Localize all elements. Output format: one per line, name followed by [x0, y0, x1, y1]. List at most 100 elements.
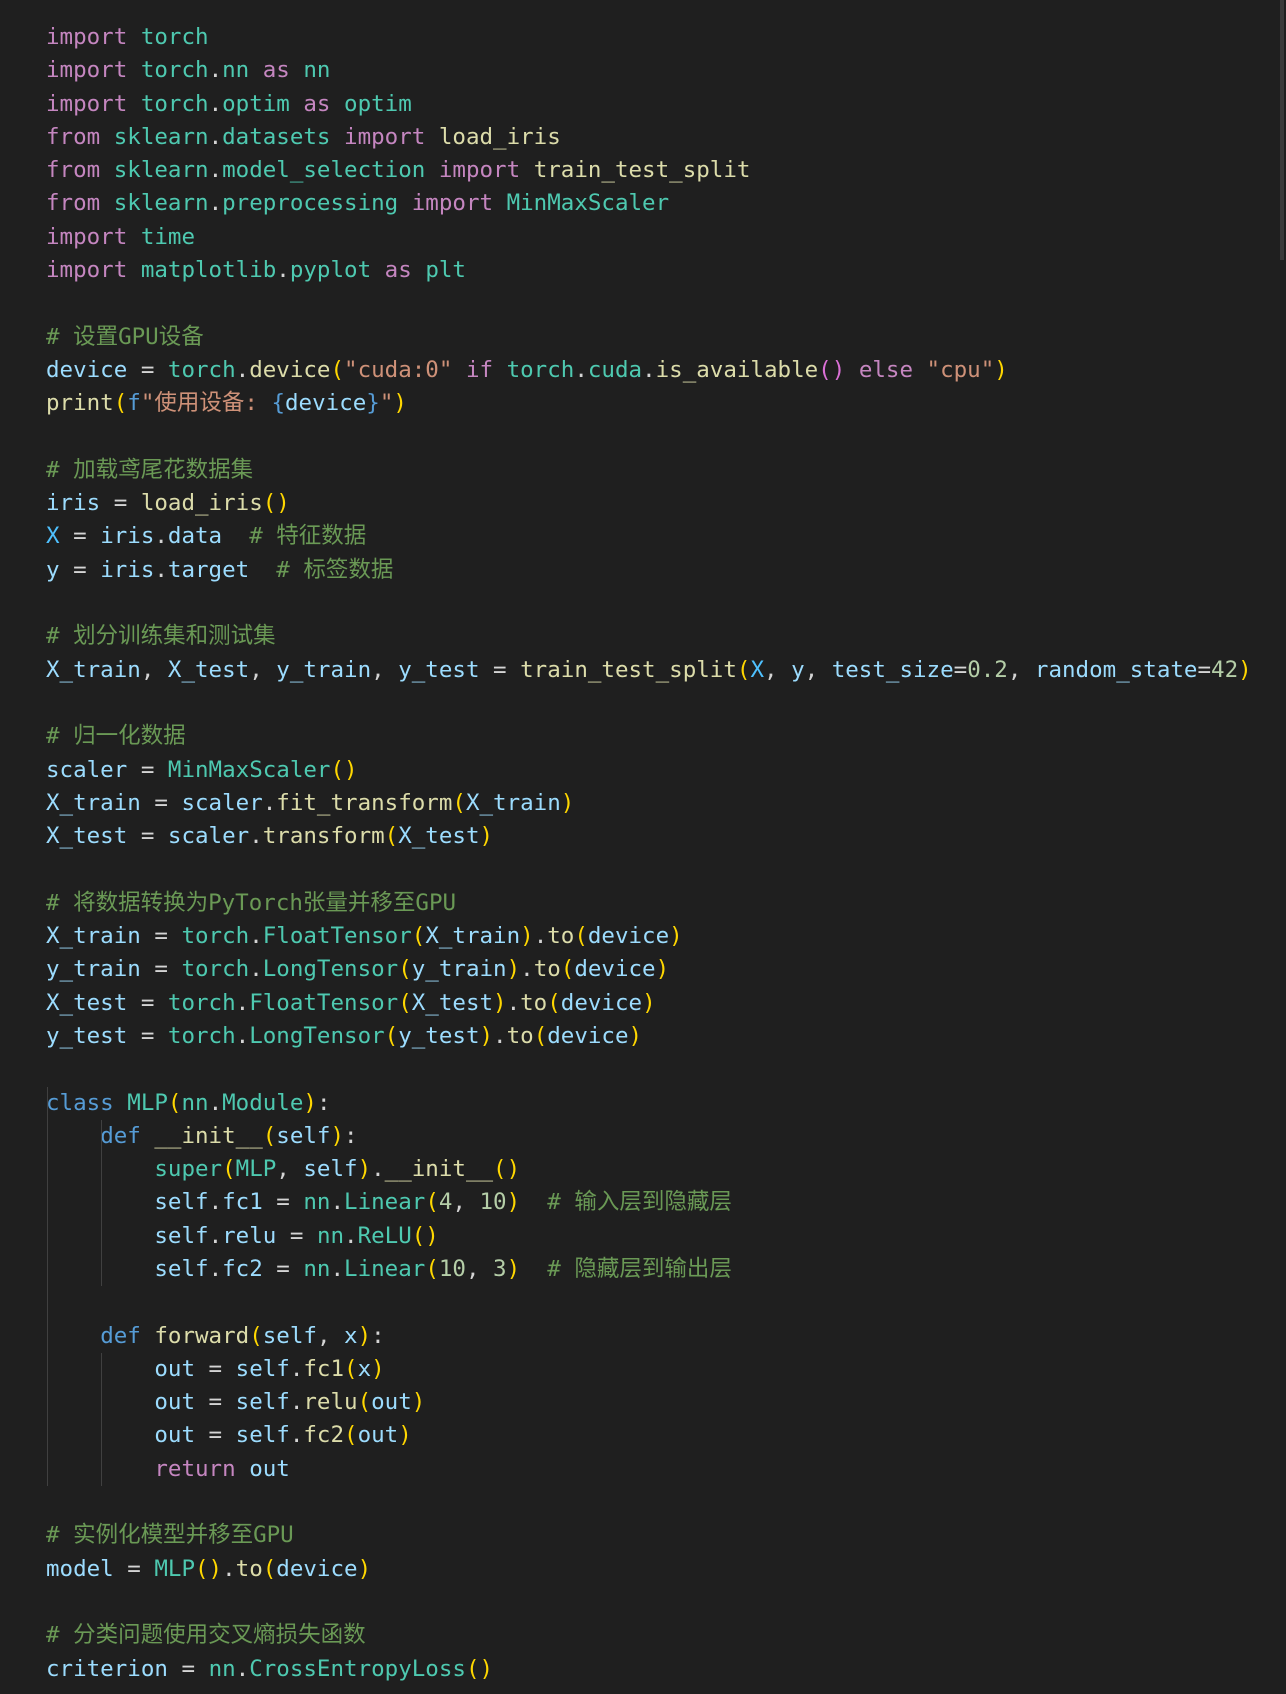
code-token: X_test — [411, 989, 494, 1016]
code-line[interactable]: model = MLP().to(device) — [0, 1553, 1270, 1586]
code-line[interactable]: # 将数据转换为PyTorch张量并移至GPU — [0, 887, 1270, 920]
code-line[interactable] — [0, 1586, 1270, 1619]
code-token: = — [59, 523, 101, 550]
scrollbar-thumb[interactable] — [1280, 0, 1284, 260]
indent-guide — [47, 1286, 48, 1320]
code-token: () — [195, 1555, 223, 1582]
code-token: = — [479, 656, 521, 683]
code-token: CrossEntropyLoss — [249, 1655, 466, 1682]
code-token: ( — [736, 656, 751, 683]
code-token: out — [371, 1389, 412, 1416]
indent-guide — [101, 1186, 102, 1220]
code-token: ( — [113, 390, 128, 417]
code-area[interactable]: import torch import torch.nn as nn import … — [0, 21, 1270, 1686]
code-line[interactable]: # 设置GPU设备 — [0, 321, 1270, 354]
code-line[interactable]: X_train = torch.FloatTensor(X_train).to(… — [0, 920, 1270, 953]
code-token: import — [46, 223, 128, 250]
code-line[interactable] — [0, 587, 1270, 620]
code-line[interactable]: import matplotlib.pyplot as plt — [0, 254, 1270, 287]
code-line[interactable]: criterion = nn.CrossEntropyLoss() — [0, 1653, 1270, 1686]
code-line[interactable]: # 归一化数据 — [0, 720, 1270, 753]
code-token: nn — [303, 57, 331, 84]
code-line[interactable]: import torch.nn as nn — [0, 54, 1270, 87]
code-token: ( — [330, 356, 345, 383]
code-line[interactable]: X_test = scaler.transform(X_test) — [0, 820, 1270, 853]
code-token: model_selection — [222, 157, 426, 184]
code-token: device — [587, 923, 670, 950]
code-line[interactable]: out = self.fc2(out) — [0, 1419, 1270, 1453]
code-token: y_train — [411, 956, 507, 983]
code-token: = — [262, 1189, 304, 1216]
code-token: . — [289, 1355, 304, 1382]
code-line[interactable] — [0, 1286, 1270, 1320]
code-line[interactable]: import torch.optim as optim — [0, 88, 1270, 121]
code-token: ( — [398, 989, 412, 1016]
code-line[interactable]: def forward(self, x): — [0, 1319, 1270, 1353]
code-token: . — [208, 190, 223, 217]
code-line[interactable]: # 分类问题使用交叉熵损失函数 — [0, 1619, 1270, 1652]
indent-guide — [101, 1219, 102, 1253]
code-line[interactable] — [0, 421, 1270, 454]
code-token: ) — [994, 356, 1008, 383]
code-token: ( — [452, 789, 466, 816]
code-editor[interactable]: import torch import torch.nn as nn import … — [0, 0, 1286, 1694]
code-token: forward — [154, 1322, 250, 1349]
code-line[interactable]: iris = load_iris() — [0, 487, 1270, 520]
code-token: . — [235, 1022, 250, 1049]
code-line[interactable]: y_test = torch.LongTensor(y_test).to(dev… — [0, 1020, 1270, 1053]
code-line[interactable]: from sklearn.datasets import load_iris — [0, 121, 1270, 154]
code-line[interactable]: out = self.fc1(x) — [0, 1352, 1270, 1387]
code-line[interactable]: self.fc2 = nn.Linear(10, 3) # 隐藏层到输出层 — [0, 1252, 1270, 1287]
code-line[interactable]: from sklearn.model_selection import trai… — [0, 154, 1270, 187]
code-token: , — [1007, 656, 1035, 683]
code-line[interactable]: self.fc1 = nn.Linear(4, 10) # 输入层到隐藏层 — [0, 1186, 1270, 1220]
code-line[interactable]: out = self.relu(out) — [0, 1386, 1270, 1420]
code-line[interactable] — [0, 687, 1270, 720]
code-line[interactable]: # 加载鸢尾花数据集 — [0, 454, 1270, 487]
code-line[interactable]: print(f"使用设备: {device}") — [0, 387, 1270, 420]
code-line[interactable] — [0, 853, 1270, 886]
code-token: target — [167, 556, 250, 583]
vertical-scrollbar[interactable] — [1276, 0, 1286, 1694]
code-line[interactable]: # 划分训练集和测试集 — [0, 620, 1270, 653]
code-token: = — [276, 1222, 317, 1249]
code-token: as — [262, 57, 290, 84]
code-token: ) — [393, 390, 407, 417]
code-line[interactable]: X_train, X_test, y_train, y_test = train… — [0, 654, 1270, 687]
code-line[interactable]: X = iris.data # 特征数据 — [0, 520, 1270, 553]
indent-guide — [101, 1452, 102, 1487]
code-token: . — [249, 823, 263, 850]
code-line[interactable] — [0, 287, 1270, 320]
code-line[interactable]: scaler = MinMaxScaler() — [0, 754, 1270, 787]
code-line[interactable]: import torch — [0, 21, 1270, 54]
code-line[interactable]: device = torch.device("cuda:0" if torch.… — [0, 354, 1270, 387]
code-token: = — [167, 1655, 209, 1682]
code-token: ( — [411, 923, 426, 950]
code-line[interactable]: return out — [0, 1452, 1270, 1487]
code-token: = — [127, 1022, 168, 1049]
code-token: X_train — [46, 656, 141, 683]
code-token: . — [493, 1022, 507, 1049]
code-token: __init__ — [154, 1122, 263, 1149]
code-token: X_train — [465, 789, 561, 816]
code-line[interactable]: def __init__(self): — [0, 1119, 1270, 1154]
code-line[interactable]: from sklearn.preprocessing import MinMax… — [0, 187, 1270, 220]
code-line[interactable]: super(MLP, self).__init__() — [0, 1153, 1270, 1187]
code-line[interactable]: y = iris.target # 标签数据 — [0, 554, 1270, 587]
code-line[interactable]: # 实例化模型并移至GPU — [0, 1519, 1270, 1552]
code-line[interactable]: y_train = torch.LongTensor(y_train).to(d… — [0, 953, 1270, 986]
code-line[interactable] — [0, 1486, 1270, 1519]
code-token: import — [46, 24, 128, 50]
code-token: x — [344, 1322, 358, 1349]
code-line[interactable]: class MLP(nn.Module): — [0, 1086, 1270, 1120]
indent-guide — [101, 1153, 102, 1187]
code-token: to — [520, 989, 548, 1016]
code-line[interactable]: X_test = torch.FloatTensor(X_test).to(de… — [0, 987, 1270, 1020]
code-line[interactable] — [0, 1053, 1270, 1086]
code-line[interactable]: X_train = scaler.fit_transform(X_train) — [0, 787, 1270, 820]
code-line[interactable]: self.relu = nn.ReLU() — [0, 1219, 1270, 1253]
code-line[interactable]: import time — [0, 221, 1270, 254]
code-token: ( — [357, 1389, 372, 1416]
